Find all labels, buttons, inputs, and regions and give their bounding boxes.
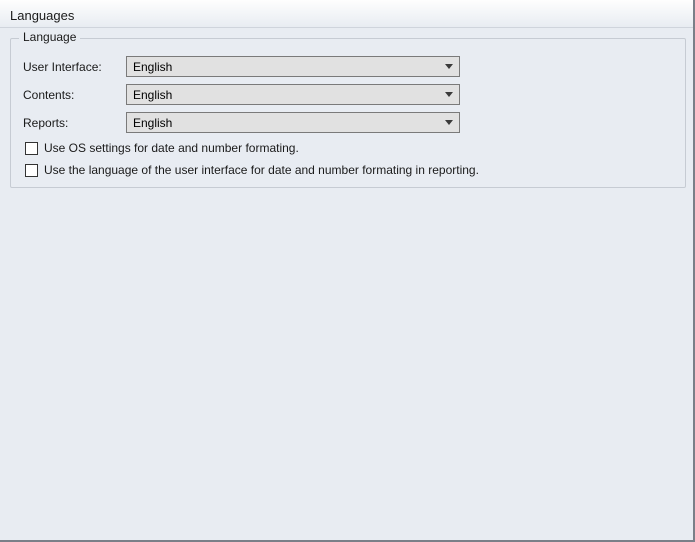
language-group: Language User Interface: English Content… — [10, 38, 686, 188]
combo-user-interface-value: English — [133, 60, 172, 74]
form-rows: User Interface: English Contents: Englis… — [11, 39, 685, 186]
group-legend: Language — [19, 30, 80, 44]
chevron-down-icon — [443, 61, 455, 73]
checkbox-os-settings[interactable] — [25, 142, 38, 155]
page-title: Languages — [10, 8, 74, 23]
combo-user-interface[interactable]: English — [126, 56, 460, 77]
label-reports: Reports: — [21, 116, 126, 130]
check-row-ui-language-reporting: Use the language of the user interface f… — [21, 160, 675, 180]
title-bar: Languages — [0, 0, 693, 28]
languages-panel: Languages Language User Interface: Engli… — [0, 0, 695, 542]
label-contents: Contents: — [21, 88, 126, 102]
content-area: Language User Interface: English Content… — [0, 28, 693, 540]
row-reports: Reports: English — [21, 109, 675, 136]
checkbox-os-settings-label: Use OS settings for date and number form… — [44, 141, 299, 155]
checkbox-ui-language-reporting[interactable] — [25, 164, 38, 177]
check-row-os-settings: Use OS settings for date and number form… — [21, 138, 675, 158]
combo-reports[interactable]: English — [126, 112, 460, 133]
row-contents: Contents: English — [21, 81, 675, 108]
label-user-interface: User Interface: — [21, 60, 126, 74]
combo-contents[interactable]: English — [126, 84, 460, 105]
row-user-interface: User Interface: English — [21, 53, 675, 80]
chevron-down-icon — [443, 89, 455, 101]
chevron-down-icon — [443, 117, 455, 129]
combo-contents-value: English — [133, 88, 172, 102]
checkbox-ui-language-reporting-label: Use the language of the user interface f… — [44, 163, 479, 177]
combo-reports-value: English — [133, 116, 172, 130]
